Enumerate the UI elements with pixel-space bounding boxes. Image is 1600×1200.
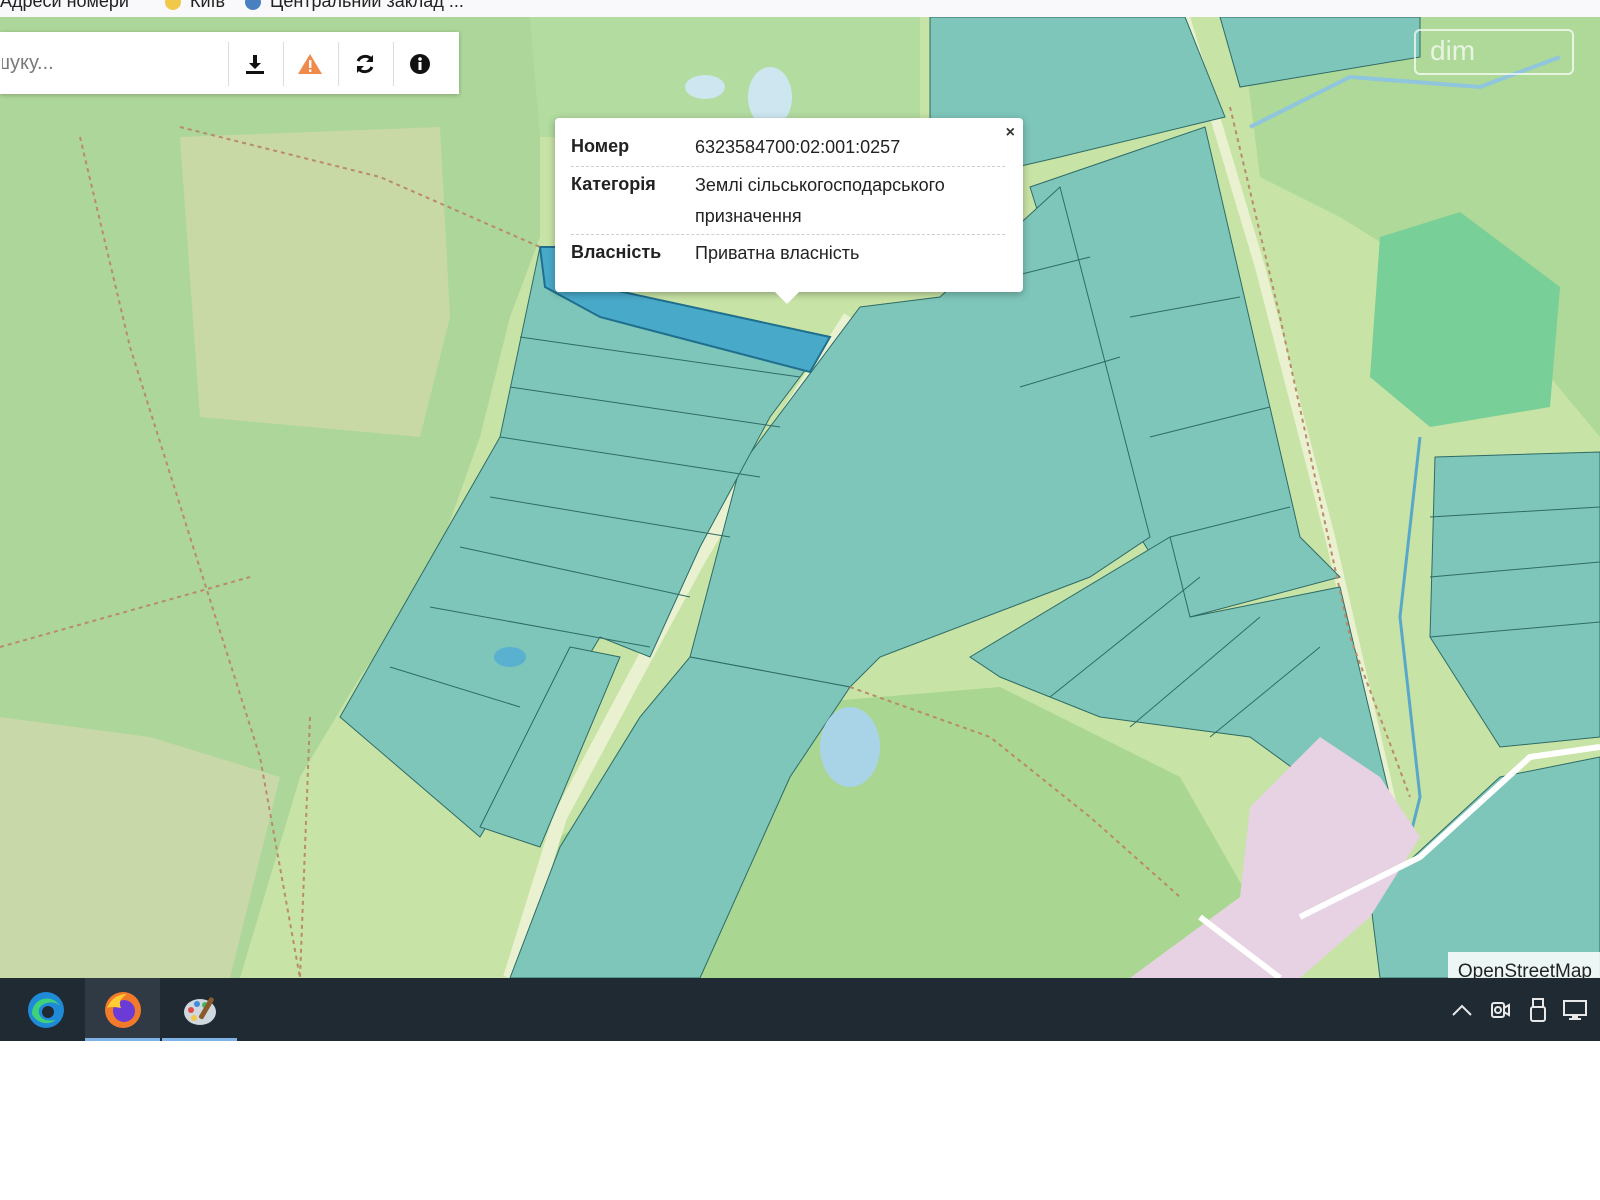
paint-icon (183, 996, 216, 1025)
popup-key: Категорія (571, 174, 656, 194)
info-icon (410, 54, 430, 74)
refresh-icon (356, 54, 374, 74)
close-icon[interactable]: × (1006, 124, 1015, 142)
refresh-button[interactable] (338, 42, 391, 86)
warning-icon (298, 54, 322, 74)
search-input[interactable] (0, 40, 224, 86)
taskbar-app-paint[interactable] (162, 978, 237, 1041)
bookmark-item[interactable]: Центральний заклад ... (270, 0, 464, 12)
tray-overflow-button[interactable] (1444, 978, 1480, 1041)
tray-usb[interactable] (1520, 978, 1556, 1041)
popup-value: Приватна власність (695, 243, 860, 263)
taskbar-app-edge[interactable] (8, 978, 83, 1041)
edge-icon (27, 991, 64, 1028)
popup-row-number: Номер 6323584700:02:001:0257 (571, 132, 1005, 167)
map-toolbar (0, 32, 459, 94)
watermark-logo: dim (1414, 29, 1574, 75)
download-icon (246, 55, 264, 74)
popup-row-category: Категорія Землі сільськогосподарського п… (571, 168, 1005, 235)
network-icon (1563, 999, 1587, 1020)
bookmark-item[interactable]: Адреси номери (0, 0, 129, 12)
firefox-icon (104, 991, 141, 1028)
map-attribution[interactable]: OpenStreetMap (1447, 952, 1600, 978)
meadow-area (180, 127, 450, 437)
taskbar (0, 978, 1600, 1041)
download-button[interactable] (228, 42, 281, 86)
report-button[interactable] (283, 42, 336, 86)
water-body (685, 75, 725, 99)
taskbar-app-firefox[interactable] (85, 978, 160, 1041)
water-body (494, 647, 526, 667)
popup-row-ownership: Власність Приватна власність (571, 236, 1005, 272)
tray-camera[interactable] (1482, 978, 1518, 1041)
usb-icon (1530, 997, 1546, 1022)
popup-key: Власність (571, 242, 662, 262)
parcel-info-popup: × Номер 6323584700:02:001:0257 Категорія… (555, 118, 1023, 304)
info-button[interactable] (393, 42, 446, 86)
popup-value: 6323584700:02:001:0257 (695, 137, 901, 157)
chevron-up-icon (1452, 1004, 1472, 1016)
active-indicator (162, 1038, 237, 1041)
bookmarks-bar: Адреси номери Київ Центральний заклад ..… (0, 0, 1600, 18)
bookmark-favicon (245, 0, 261, 10)
bookmark-item[interactable]: Київ (190, 0, 225, 12)
popup-key: Номер (571, 136, 630, 156)
camera-icon (1491, 1001, 1510, 1018)
active-indicator (85, 1038, 160, 1041)
popup-value: Землі сільськогосподарського призначення (695, 175, 945, 226)
bookmark-favicon (165, 0, 181, 10)
water-body (820, 707, 880, 787)
tray-network[interactable] (1558, 978, 1594, 1041)
